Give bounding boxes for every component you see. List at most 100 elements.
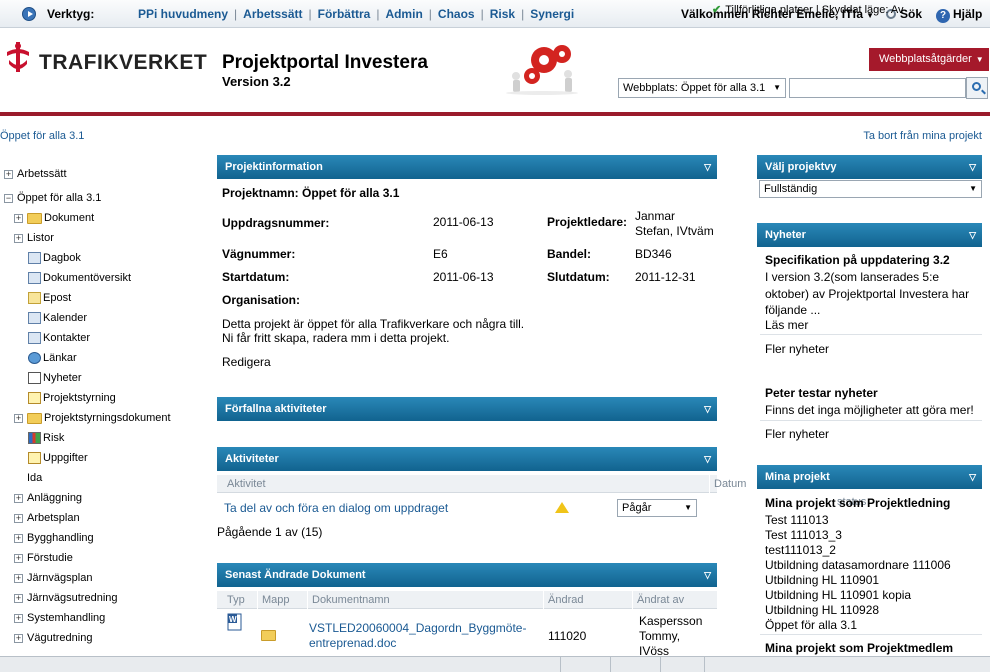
nav-item-projektstyrningsdokument[interactable]: + Projektstyrningsdokument xyxy=(14,410,171,426)
expand-icon[interactable]: + xyxy=(14,234,23,243)
nav-item-arbetssatt[interactable]: + Arbetssätt xyxy=(4,166,67,182)
top-nav-risk[interactable]: Risk xyxy=(490,7,515,21)
nav-item-projektstyrning[interactable]: Projektstyrning xyxy=(28,390,116,406)
chevron-down-icon[interactable]: ▽ xyxy=(704,155,711,179)
more-news-link[interactable]: Fler nyheter xyxy=(765,427,829,441)
calendar-icon xyxy=(28,312,41,324)
top-nav-ppi[interactable]: PPi huvudmeny xyxy=(138,7,228,21)
my-project-item[interactable]: Utbildning HL 110901 kopia xyxy=(765,588,911,602)
my-project-item[interactable]: Öppet för alla 3.1 xyxy=(765,618,857,632)
vagnummer-value: E6 xyxy=(433,247,448,261)
breadcrumb[interactable]: Öppet för alla 3.1 xyxy=(0,130,84,142)
top-nav-synergi[interactable]: Synergi xyxy=(530,7,574,21)
col-datum[interactable]: Datum xyxy=(709,475,746,493)
col-andrat-av[interactable]: Ändrat av xyxy=(632,591,684,609)
panel-forfallna-header[interactable]: Förfallna aktiviteter ▽ xyxy=(217,397,717,421)
chevron-down-icon[interactable]: ▽ xyxy=(969,465,976,489)
nav-item-epost[interactable]: Epost xyxy=(28,290,71,306)
expand-icon[interactable]: + xyxy=(14,534,23,543)
nav-item-dokumentoversikt[interactable]: Dokumentöversikt xyxy=(28,270,131,286)
panel-dokument-header[interactable]: Senast Ändrade Dokument ▽ xyxy=(217,563,717,587)
col-mapp[interactable]: Mapp xyxy=(257,591,290,609)
search-button[interactable] xyxy=(966,77,988,99)
word-document-icon[interactable]: W xyxy=(227,613,243,631)
nav-item-listor[interactable]: + Listor xyxy=(14,230,54,246)
expand-icon[interactable]: + xyxy=(14,514,23,523)
my-project-item[interactable]: Test 111013 xyxy=(765,513,829,527)
panel-nyheter-header[interactable]: Nyheter ▽ xyxy=(757,223,982,247)
folder-icon[interactable] xyxy=(261,630,276,641)
expand-icon[interactable]: + xyxy=(4,170,13,179)
col-dokumentnamn[interactable]: Dokumentnamn xyxy=(307,591,390,609)
expand-icon[interactable]: + xyxy=(14,554,23,563)
nav-item-kalender[interactable]: Kalender xyxy=(28,310,87,326)
chevron-down-icon[interactable]: ▽ xyxy=(969,155,976,179)
expand-icon[interactable]: + xyxy=(14,614,23,623)
nav-item-bygghandling[interactable]: + Bygghandling xyxy=(14,530,94,546)
nav-item-forstudie[interactable]: + Förstudie xyxy=(14,550,73,566)
top-nav-admin[interactable]: Admin xyxy=(385,7,422,21)
nav-item-dagbok[interactable]: Dagbok xyxy=(28,250,81,266)
site-actions-button[interactable]: Webbplatsåtgärder ▼ xyxy=(869,48,989,71)
expand-icon[interactable]: + xyxy=(14,594,23,603)
nav-item-risk[interactable]: Risk xyxy=(28,430,64,446)
my-project-item[interactable]: Utbildning HL 110928 xyxy=(765,603,879,617)
col-andrad[interactable]: Ändrad xyxy=(543,591,583,609)
doc-name-line2[interactable]: entreprenad.doc xyxy=(309,636,396,650)
expand-icon[interactable]: + xyxy=(14,494,23,503)
nav-item-uppgifter[interactable]: Uppgifter xyxy=(28,450,88,466)
nav-item-jarnvagsutredning[interactable]: + Järnvägsutredning xyxy=(14,590,118,606)
read-more-link[interactable]: Läs mer xyxy=(765,318,808,332)
news-item2-title[interactable]: Peter testar nyheter xyxy=(765,386,878,400)
panel-projektinformation-header[interactable]: Projektinformation ▽ xyxy=(217,155,717,179)
expand-icon[interactable]: + xyxy=(14,214,23,223)
nav-item-ida[interactable]: Ida xyxy=(27,470,42,486)
nav-item-lankar[interactable]: Länkar xyxy=(28,350,77,366)
chevron-down-icon[interactable]: ▽ xyxy=(704,447,711,471)
activity-link[interactable]: Ta del av och föra en dialog om uppdrage… xyxy=(224,501,448,515)
chevron-down-icon[interactable]: ▽ xyxy=(704,563,711,587)
nav-item-systemhandling[interactable]: + Systemhandling xyxy=(14,610,105,626)
play-circle-icon[interactable] xyxy=(22,7,36,21)
nav-item-anlaggning[interactable]: + Anläggning xyxy=(14,490,82,506)
nav-item-nyheter[interactable]: Nyheter xyxy=(28,370,82,386)
my-project-item[interactable]: Utbildning datasamordnare 111006 xyxy=(765,558,951,572)
search-input[interactable] xyxy=(789,78,966,98)
doc-name-line1[interactable]: VSTLED20060004_Dagordn_Byggmöte- xyxy=(309,621,526,635)
col-typ[interactable]: Typ xyxy=(223,591,245,609)
collapse-icon[interactable]: − xyxy=(4,194,13,203)
nav-item-oppet[interactable]: − Öppet för alla 3.1 xyxy=(4,190,101,206)
project-view-select[interactable]: Fullständig ▼ xyxy=(759,180,982,198)
top-nav-arbetssatt[interactable]: Arbetssätt xyxy=(243,7,302,21)
panel-projektvy-header[interactable]: Välj projektvy ▽ xyxy=(757,155,982,179)
expand-icon[interactable]: + xyxy=(14,634,23,643)
col-aktivitet[interactable]: Aktivitet xyxy=(223,475,266,493)
nav-item-dokument[interactable]: + Dokument xyxy=(14,210,94,226)
my-project-item[interactable]: test111013_2 xyxy=(765,543,836,557)
nav-item-arbetsplan[interactable]: + Arbetsplan xyxy=(14,510,80,526)
site-title[interactable]: Projektportal Investera xyxy=(222,52,428,74)
panel-aktiviteter-header[interactable]: Aktiviteter ▽ xyxy=(217,447,717,471)
nav-item-vagutredning[interactable]: + Vägutredning xyxy=(14,630,92,646)
more-news-link[interactable]: Fler nyheter xyxy=(765,342,829,356)
activity-status-select[interactable]: Pågår ▼ xyxy=(617,499,697,517)
my-project-item[interactable]: Test 111013_3 xyxy=(765,528,842,542)
help-link[interactable]: ? Hjälp xyxy=(936,7,982,23)
expand-icon[interactable]: + xyxy=(14,414,23,423)
chevron-down-icon[interactable]: ▽ xyxy=(704,397,711,421)
remove-from-my-projects-link[interactable]: Ta bort från mina projekt xyxy=(863,130,982,142)
my-project-item[interactable]: Utbildning HL 110901 xyxy=(765,573,879,587)
top-nav-forbattra[interactable]: Förbättra xyxy=(318,7,371,21)
top-nav-chaos[interactable]: Chaos xyxy=(438,7,475,21)
security-zone[interactable]: ✔ Tillförlitliga platser | Skyddat läge: … xyxy=(712,3,904,16)
chevron-down-icon[interactable]: ▽ xyxy=(969,223,976,247)
projektledare-value-line1: Janmar xyxy=(635,209,676,223)
panel-mina-projekt-header[interactable]: Mina projekt ▽ xyxy=(757,465,982,489)
nav-item-kontakter[interactable]: Kontakter xyxy=(28,330,90,346)
expand-icon[interactable]: + xyxy=(14,574,23,583)
news-item1-title[interactable]: Specifikation på uppdatering 3.2 xyxy=(765,253,950,267)
nav-item-jarnvagsplan[interactable]: + Järnvägsplan xyxy=(14,570,92,586)
search-scope-select[interactable]: Webbplats: Öppet för alla 3.1 ▼ xyxy=(618,78,786,98)
search-scope-value: Webbplats: Öppet för alla 3.1 xyxy=(623,82,766,94)
edit-link[interactable]: Redigera xyxy=(222,355,271,369)
